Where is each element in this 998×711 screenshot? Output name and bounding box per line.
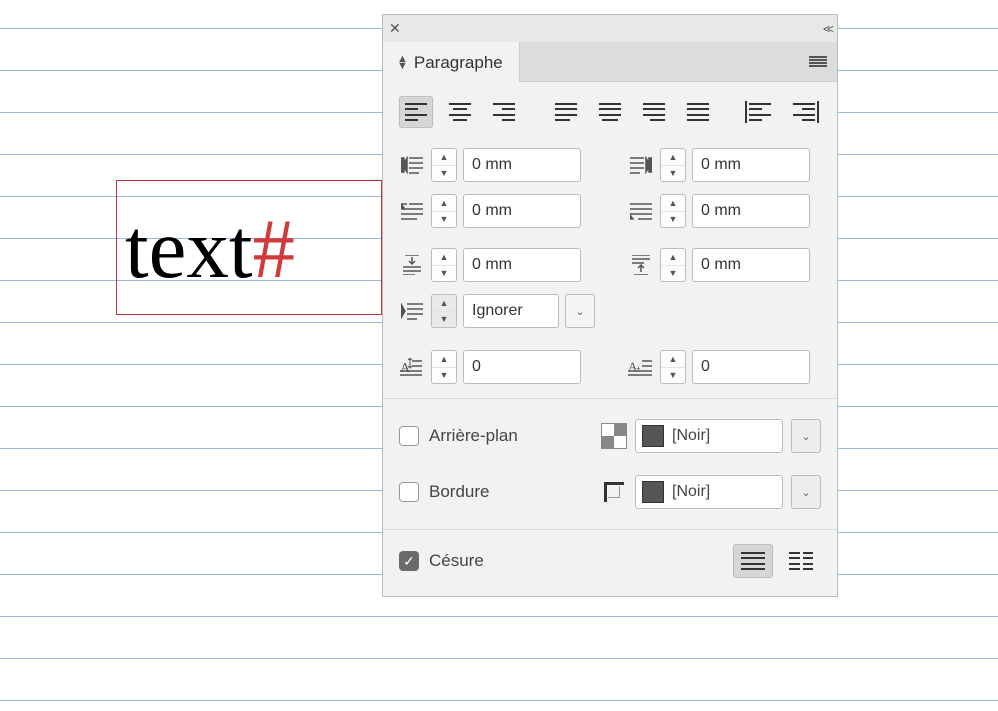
- span-columns-value: Ignorer: [472, 302, 523, 320]
- align-towards-spine-button[interactable]: [743, 96, 777, 128]
- last-line-indent-icon: [628, 200, 654, 222]
- stepper[interactable]: ▲▼: [431, 148, 457, 182]
- stepper[interactable]: ▲▼: [660, 350, 686, 384]
- shading-color-select[interactable]: [Noir]: [635, 419, 783, 453]
- shading-checkbox[interactable]: [399, 426, 419, 446]
- multi-column-view-button[interactable]: [781, 544, 821, 578]
- border-color-select[interactable]: [Noir]: [635, 475, 783, 509]
- stepper[interactable]: ▲▼: [431, 350, 457, 384]
- space-after-input[interactable]: [692, 248, 810, 282]
- stepper[interactable]: ▲▼: [660, 148, 686, 182]
- space-before-field: ▲▼: [399, 248, 592, 282]
- expand-icon: ▲▼: [397, 56, 408, 69]
- tab-label: Paragraphe: [414, 53, 503, 73]
- shading-swatch-icon[interactable]: [601, 423, 627, 449]
- close-icon[interactable]: ✕: [389, 20, 401, 37]
- stepper[interactable]: ▲▼: [431, 294, 457, 328]
- right-indent-icon: [628, 154, 654, 176]
- alignment-row: [399, 96, 821, 142]
- justify-left-button[interactable]: [549, 96, 583, 128]
- paragraph-panel: ✕ << ▲▼ Paragraphe: [382, 14, 838, 597]
- stepper[interactable]: ▲▼: [431, 194, 457, 228]
- border-color-dropdown[interactable]: ⌄: [791, 475, 821, 509]
- panel-tabbar: ▲▼ Paragraphe: [382, 42, 838, 82]
- single-column-view-button[interactable]: [733, 544, 773, 578]
- border-edges-icon[interactable]: [601, 479, 627, 505]
- stepper[interactable]: ▲▼: [660, 248, 686, 282]
- span-columns-select[interactable]: Ignorer: [463, 294, 559, 328]
- paragraph-shading-row: Arrière-plan [Noir] ⌄: [399, 413, 821, 459]
- span-columns-dropdown[interactable]: ⌄: [565, 294, 595, 328]
- span-columns-icon: [399, 300, 425, 322]
- align-left-button[interactable]: [399, 96, 433, 128]
- collapse-icon[interactable]: <<: [823, 22, 831, 36]
- border-label: Bordure: [429, 482, 489, 502]
- justify-center-button[interactable]: [593, 96, 627, 128]
- end-of-story-marker: #: [252, 207, 295, 292]
- border-color-label: [Noir]: [672, 483, 710, 501]
- panel-titlebar[interactable]: ✕ <<: [382, 14, 838, 42]
- dropcap-lines-field: A ▲▼: [399, 350, 592, 384]
- align-center-button[interactable]: [443, 96, 477, 128]
- right-indent-input[interactable]: [692, 148, 810, 182]
- first-line-indent-icon: [399, 200, 425, 222]
- tab-paragraphe[interactable]: ▲▼ Paragraphe: [383, 42, 520, 82]
- shading-color-label: [Noir]: [672, 427, 710, 445]
- first-line-indent-field: ▲▼: [399, 194, 592, 228]
- panel-body: ▲▼ ▲▼ ▲▼ ▲▼ ▲▼: [382, 82, 838, 597]
- justify-right-button[interactable]: [637, 96, 671, 128]
- stepper[interactable]: ▲▼: [431, 248, 457, 282]
- align-away-spine-button[interactable]: [787, 96, 821, 128]
- text-frame[interactable]: text#: [116, 180, 382, 315]
- dropcap-lines-icon: A: [399, 356, 425, 378]
- justify-all-button[interactable]: [681, 96, 715, 128]
- space-after-field: ▲▼: [628, 248, 821, 282]
- paragraph-border-row: Bordure [Noir] ⌄: [399, 469, 821, 515]
- color-swatch: [642, 481, 664, 503]
- shading-label: Arrière-plan: [429, 426, 518, 446]
- left-indent-input[interactable]: [463, 148, 581, 182]
- last-line-indent-input[interactable]: [692, 194, 810, 228]
- panel-menu-icon[interactable]: [809, 56, 827, 68]
- dropcap-chars-icon: A+: [628, 356, 654, 378]
- svg-text:A: A: [400, 361, 411, 376]
- hyphenation-row: ✓ Césure: [399, 544, 821, 578]
- story-text: text: [125, 207, 252, 292]
- first-line-indent-input[interactable]: [463, 194, 581, 228]
- dropcap-lines-input[interactable]: [463, 350, 581, 384]
- color-swatch: [642, 425, 664, 447]
- left-indent-field: ▲▼: [399, 148, 592, 182]
- left-indent-icon: [399, 154, 425, 176]
- span-columns-field: ▲▼ Ignorer ⌄: [399, 294, 821, 328]
- space-before-icon: [399, 254, 425, 276]
- hyphenate-checkbox[interactable]: ✓: [399, 551, 419, 571]
- space-before-input[interactable]: [463, 248, 581, 282]
- hyphenate-label: Césure: [429, 551, 484, 571]
- dropcap-chars-field: A+ ▲▼: [628, 350, 821, 384]
- stepper[interactable]: ▲▼: [660, 194, 686, 228]
- last-line-indent-field: ▲▼: [628, 194, 821, 228]
- border-checkbox[interactable]: [399, 482, 419, 502]
- dropcap-chars-input[interactable]: [692, 350, 810, 384]
- align-right-button[interactable]: [487, 96, 521, 128]
- right-indent-field: ▲▼: [628, 148, 821, 182]
- space-after-icon: [628, 254, 654, 276]
- shading-color-dropdown[interactable]: ⌄: [791, 419, 821, 453]
